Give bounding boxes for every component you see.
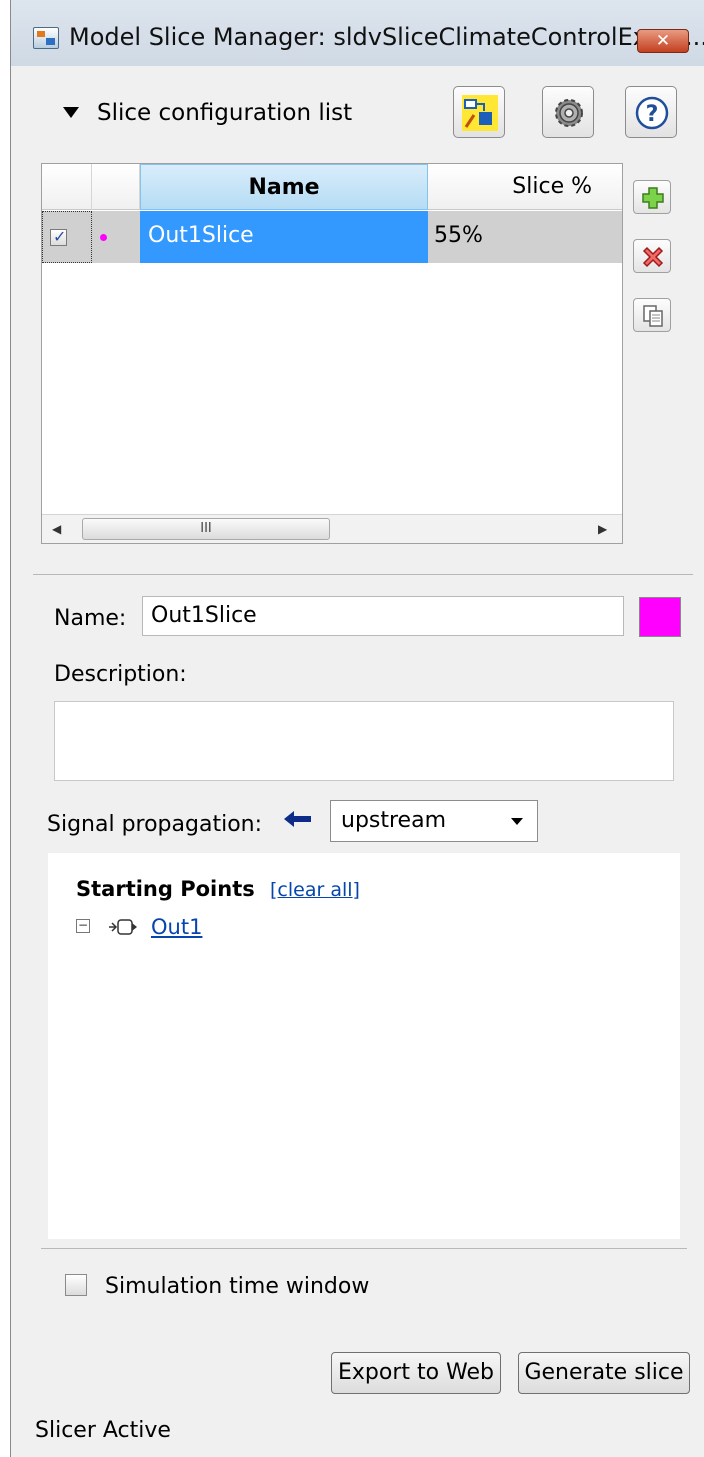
row-enable-cell[interactable]: ✓ <box>42 211 92 263</box>
copy-slice-button[interactable] <box>633 298 671 332</box>
description-label: Description: <box>54 662 187 687</box>
add-slice-button[interactable] <box>633 180 671 214</box>
starting-points-title: Starting Points <box>76 877 255 901</box>
row-enable-checkbox[interactable]: ✓ <box>50 227 67 246</box>
row-slice-pct-cell: 55% <box>434 223 483 248</box>
section-divider <box>41 1248 687 1249</box>
collapse-tree-icon[interactable]: − <box>76 919 90 933</box>
slice-config-table: Name Slice % ✓ Out1Slice 55% ◀ III ▶ <box>41 163 623 544</box>
collapse-triangle-icon[interactable] <box>63 107 79 118</box>
slice-highlight-icon <box>462 95 498 131</box>
model-slice-manager-window: Model Slice Manager: sldvSliceClimateCon… <box>10 0 704 1457</box>
window-title: Model Slice Manager: sldvSliceClimateCon… <box>69 23 704 51</box>
starting-point-link[interactable]: Out1 <box>151 915 202 939</box>
generate-slice-button[interactable]: Generate slice <box>518 1352 690 1394</box>
column-header-enable <box>42 164 92 210</box>
copy-icon <box>643 305 663 327</box>
scroll-right-icon[interactable]: ▶ <box>598 522 607 536</box>
slice-highlight-button[interactable] <box>453 86 505 138</box>
upstream-arrow-icon <box>284 811 311 827</box>
signal-propagation-label: Signal propagation: <box>47 812 263 837</box>
name-field[interactable]: Out1Slice <box>142 596 624 636</box>
app-icon <box>33 27 59 49</box>
signal-propagation-select[interactable]: upstream <box>330 800 538 842</box>
check-icon: ✓ <box>53 227 67 246</box>
export-to-web-button[interactable]: Export to Web <box>331 1352 501 1394</box>
scroll-left-icon[interactable]: ◀ <box>52 522 61 536</box>
settings-button[interactable] <box>542 86 594 138</box>
horizontal-scrollbar[interactable]: ◀ III ▶ <box>42 514 622 543</box>
signal-propagation-value: upstream <box>341 808 447 833</box>
outport-block-icon <box>109 919 137 935</box>
description-field[interactable] <box>54 701 674 781</box>
starting-points-panel: Starting Points [clear all] − Out1 <box>48 853 680 1239</box>
slice-color-swatch[interactable] <box>639 597 681 637</box>
table-row[interactable]: ✓ Out1Slice 55% <box>42 211 622 263</box>
close-button[interactable]: ✕ <box>637 29 689 53</box>
help-icon: ? <box>635 96 669 130</box>
status-bar-text: Slicer Active <box>35 1418 171 1443</box>
section-title[interactable]: Slice configuration list <box>97 100 352 126</box>
column-header-name[interactable]: Name <box>140 164 428 210</box>
gear-icon <box>555 99 583 127</box>
svg-text:?: ? <box>646 102 659 127</box>
delete-slice-button[interactable] <box>633 239 671 273</box>
title-bar: Model Slice Manager: sldvSliceClimateCon… <box>11 0 704 66</box>
simulation-time-window-checkbox[interactable] <box>65 1274 87 1296</box>
column-header-color <box>92 164 140 210</box>
help-button[interactable]: ? <box>625 86 677 138</box>
delete-icon <box>642 246 664 268</box>
row-name-cell[interactable]: Out1Slice <box>140 211 428 263</box>
section-divider <box>33 574 693 575</box>
clear-all-link[interactable]: [clear all] <box>270 879 360 901</box>
add-icon <box>642 187 664 209</box>
chevron-down-icon <box>511 818 523 825</box>
simulation-time-window-label[interactable]: Simulation time window <box>105 1274 369 1299</box>
scroll-thumb[interactable]: III <box>82 518 330 540</box>
name-label: Name: <box>54 606 127 631</box>
column-header-slice-pct[interactable]: Slice % <box>428 164 622 210</box>
row-color-dot <box>100 234 107 241</box>
